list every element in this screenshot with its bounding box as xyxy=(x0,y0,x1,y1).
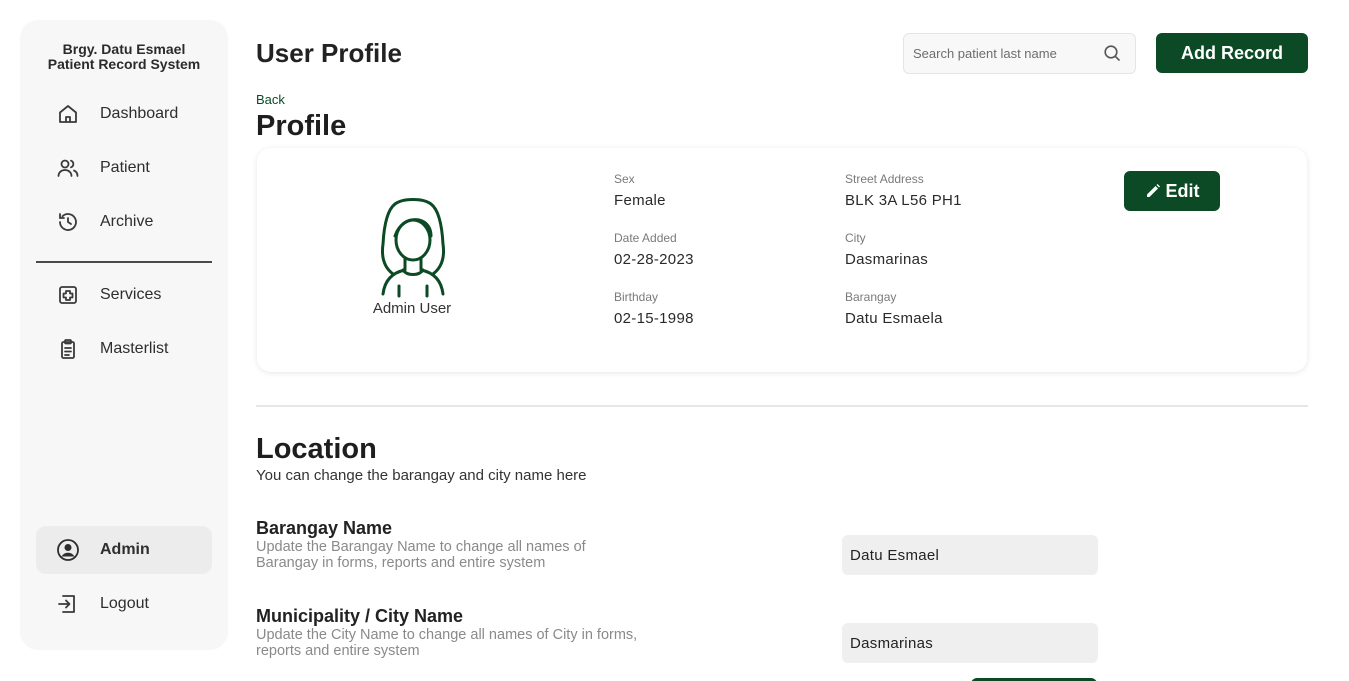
city-name-description: Update the City Name to change all names… xyxy=(256,627,638,659)
profile-card: Admin User Sex Female Date Added 02-28-2… xyxy=(257,148,1307,372)
location-heading: Location xyxy=(256,433,377,465)
sidebar-item-label: Admin xyxy=(100,541,150,558)
profile-name: Admin User xyxy=(372,300,452,317)
sidebar-item-label: Logout xyxy=(100,595,149,612)
barangay-label: Barangay xyxy=(845,290,897,304)
sidebar-item-label: Dashboard xyxy=(100,105,179,122)
street-address-field: Street Address BLK 3A L56 PH1 xyxy=(845,172,962,209)
search-input[interactable] xyxy=(913,46,1103,61)
sidebar-item-masterlist[interactable]: Masterlist xyxy=(36,325,212,373)
clipboard-icon xyxy=(56,337,80,361)
sex-field: Sex Female xyxy=(614,172,666,209)
barangay-name-title: Barangay Name xyxy=(256,518,393,538)
birthday-label: Birthday xyxy=(614,290,659,304)
brand-title: Brgy. Datu Esmael Patient Record System xyxy=(20,42,228,72)
section-divider xyxy=(256,405,1308,407)
city-name-input[interactable] xyxy=(842,623,1098,663)
logout-icon xyxy=(56,592,80,616)
street-address-label: Street Address xyxy=(845,172,924,186)
brand-line-1: Brgy. Datu Esmael xyxy=(62,41,186,57)
search-icon[interactable] xyxy=(1103,44,1121,62)
location-subtitle: You can change the barangay and city nam… xyxy=(256,467,587,484)
city-label: City xyxy=(845,231,866,245)
medical-plus-icon xyxy=(56,283,80,307)
date-added-field: Date Added 02-28-2023 xyxy=(614,231,694,268)
sex-value: Female xyxy=(614,192,666,209)
edit-button-label: Edit xyxy=(1165,180,1200,201)
sex-label: Sex xyxy=(614,172,635,186)
sidebar-item-label: Patient xyxy=(100,159,150,176)
sidebar-item-label: Masterlist xyxy=(100,340,169,357)
city-name-title: Municipality / City Name xyxy=(256,606,464,626)
street-address-value: BLK 3A L56 PH1 xyxy=(845,192,962,209)
city-field: City Dasmarinas xyxy=(845,231,928,268)
sidebar-item-logout[interactable]: Logout xyxy=(36,580,212,628)
add-record-button[interactable]: Add Record xyxy=(1156,33,1308,73)
edit-button[interactable]: Edit xyxy=(1124,171,1220,211)
date-added-value: 02-28-2023 xyxy=(614,251,694,268)
birthday-field: Birthday 02-15-1998 xyxy=(614,290,694,327)
barangay-name-description: Update the Barangay Name to change all n… xyxy=(256,539,586,571)
date-added-label: Date Added xyxy=(614,231,677,245)
profile-heading: Profile xyxy=(256,110,347,142)
sidebar-item-services[interactable]: Services xyxy=(36,271,212,319)
history-icon xyxy=(56,210,80,234)
users-icon xyxy=(56,156,80,180)
page-title: User Profile xyxy=(256,38,402,68)
user-circle-icon xyxy=(56,538,80,562)
sidebar-divider xyxy=(36,261,212,263)
sidebar-item-label: Services xyxy=(100,286,162,303)
brand-line-2: Patient Record System xyxy=(47,56,201,72)
back-link[interactable]: Back xyxy=(256,92,285,107)
pencil-icon xyxy=(1146,184,1160,197)
sidebar-item-archive[interactable]: Archive xyxy=(36,198,212,246)
sidebar-item-label: Archive xyxy=(100,213,154,230)
female-user-avatar-icon xyxy=(373,196,453,305)
sidebar-item-dashboard[interactable]: Dashboard xyxy=(36,90,212,138)
sidebar-item-admin[interactable]: Admin xyxy=(36,526,212,574)
sidebar-item-patient[interactable]: Patient xyxy=(36,144,212,192)
sidebar: Brgy. Datu Esmael Patient Record System … xyxy=(20,20,228,650)
barangay-name-input[interactable] xyxy=(842,535,1098,575)
home-icon xyxy=(56,102,80,126)
search-box xyxy=(903,33,1136,74)
birthday-value: 02-15-1998 xyxy=(614,310,694,327)
barangay-value: Datu Esmaela xyxy=(845,310,943,327)
city-value: Dasmarinas xyxy=(845,251,929,268)
barangay-field: Barangay Datu Esmaela xyxy=(845,290,943,327)
